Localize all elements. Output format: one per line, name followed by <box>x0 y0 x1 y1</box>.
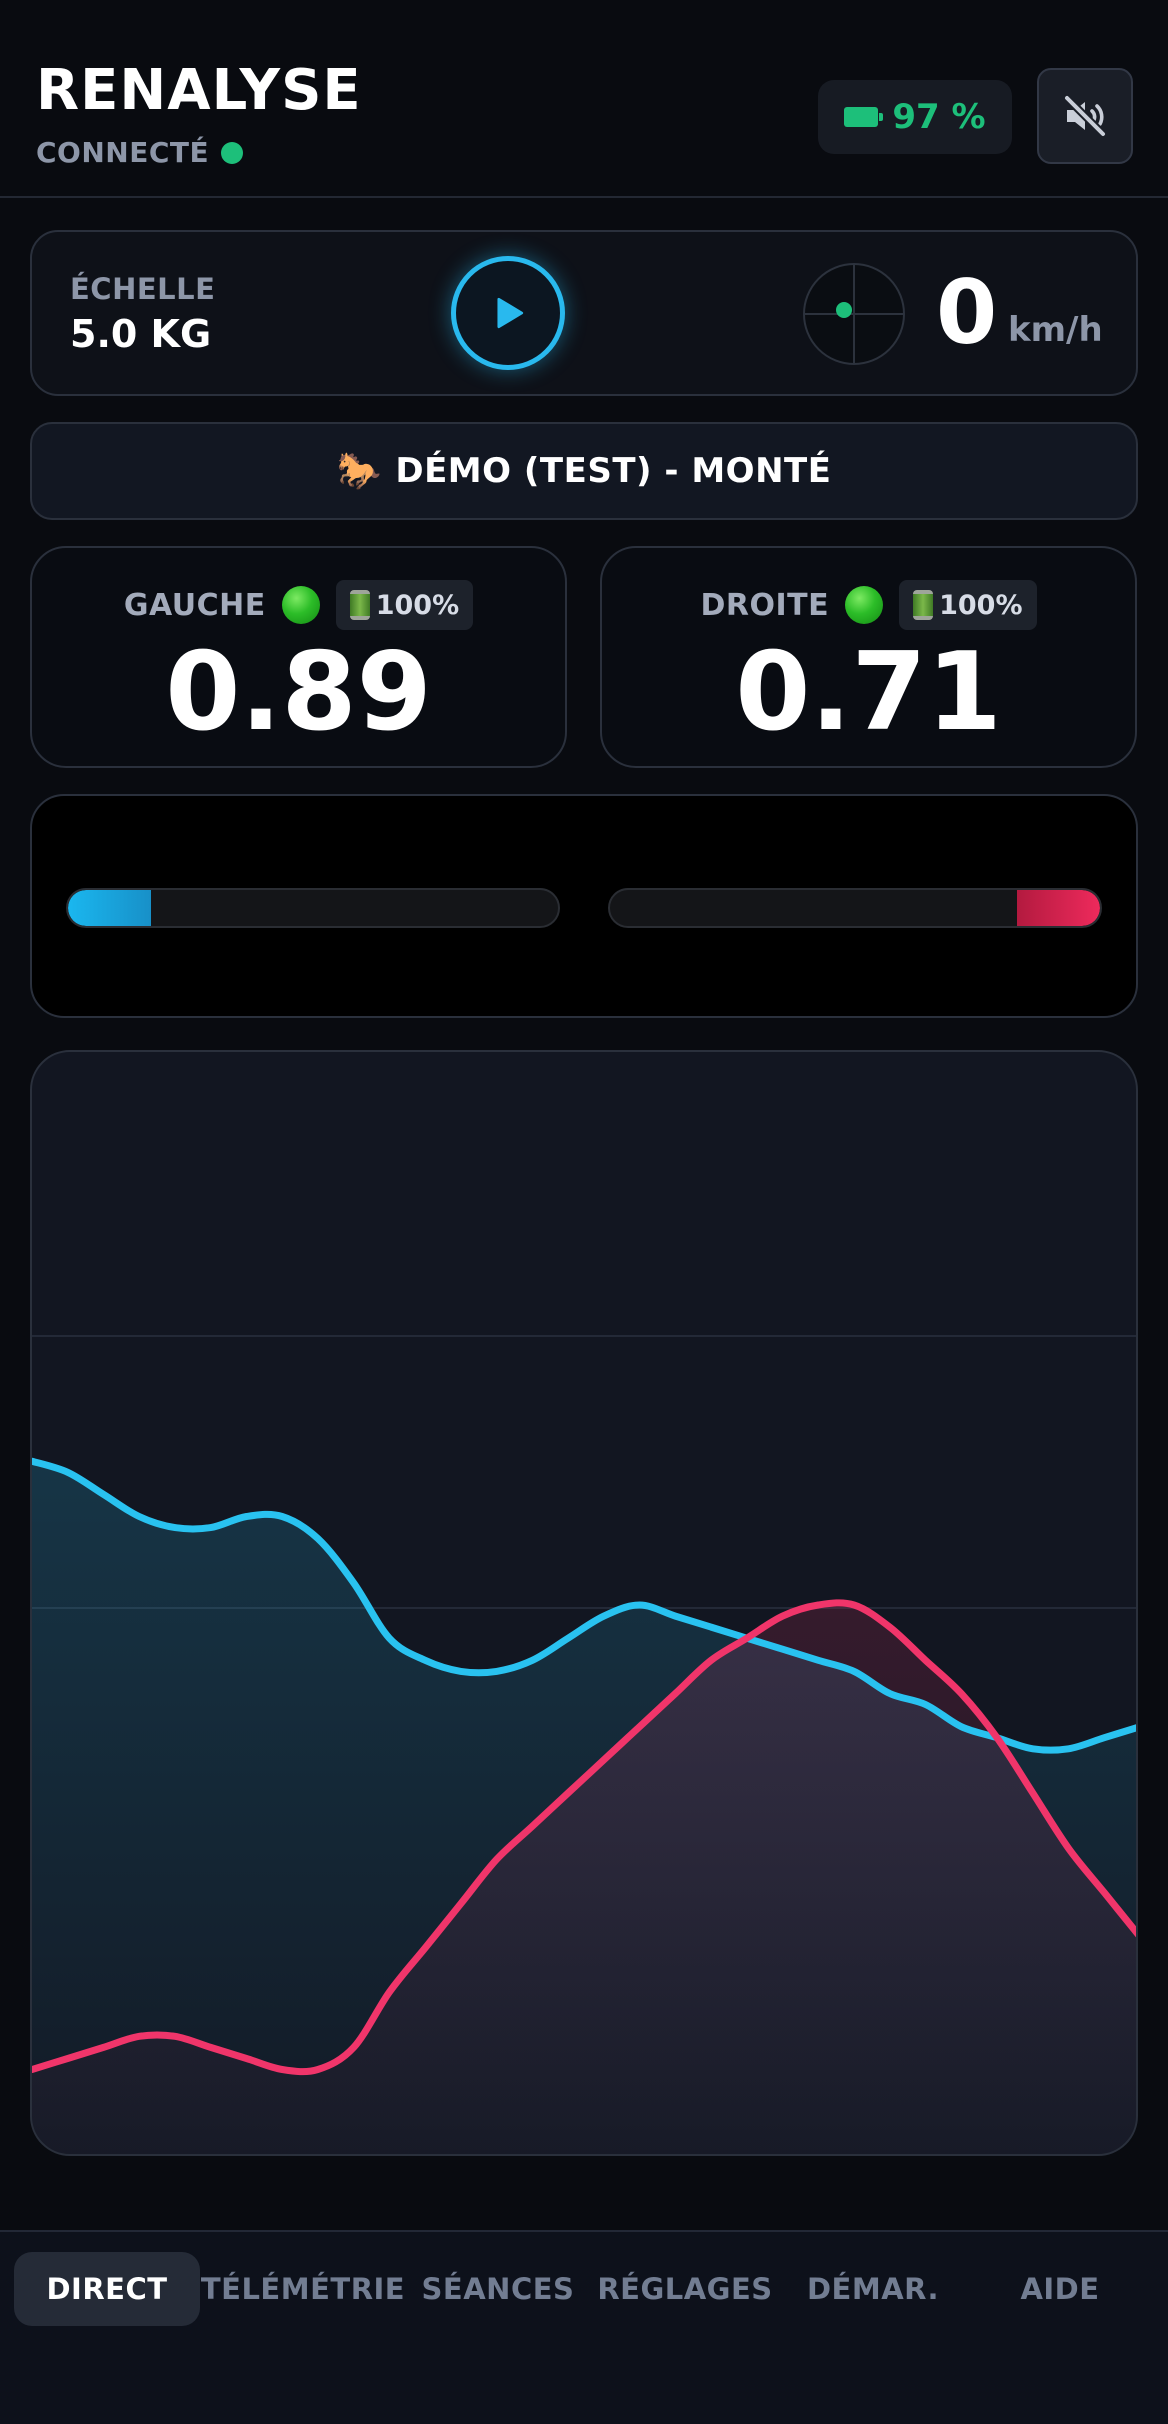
balance-fill-right <box>1016 890 1100 926</box>
sensor-value-right: 0.71 <box>735 630 1002 755</box>
sensor-header-right: DROITE 100% <box>602 580 1135 630</box>
status-dot-icon <box>845 586 884 624</box>
sensor-name-right: DROITE <box>700 587 830 623</box>
speed-unit: km/h <box>1008 310 1103 350</box>
balance-track-right <box>608 888 1102 928</box>
sensor-battery-badge-left: 100% <box>335 580 474 630</box>
sensor-value-left: 0.89 <box>165 630 432 755</box>
balance-track-left <box>66 888 560 928</box>
sensor-battery-right: 100% <box>939 589 1023 621</box>
sensor-battery-left: 100% <box>375 589 460 621</box>
app-header: RENALYSE CONNECTÉ 97 % <box>0 0 1168 198</box>
battery-icon <box>844 107 884 127</box>
live-graph-svg <box>32 1335 1136 2154</box>
balance-fill-left <box>68 890 152 926</box>
sensor-header-left: GAUCHE 100% <box>32 580 565 630</box>
sensor-card-left: GAUCHE 100% 0.89 <box>30 546 567 768</box>
scale-speed-card: ÉCHELLE 5.0 KG 0 km/h <box>30 230 1138 396</box>
connection-label: CONNECTÉ <box>36 136 210 169</box>
battery-can-icon <box>349 590 370 620</box>
app-title: RENALYSE <box>36 58 362 123</box>
connection-status: CONNECTÉ <box>36 136 244 169</box>
battery-percent: 97 % <box>892 97 986 137</box>
speed-value: 0 <box>936 261 998 364</box>
status-dot-icon <box>281 586 320 624</box>
nav-tab-reglages[interactable]: RÉGLAGES <box>590 2252 780 2326</box>
balance-bars-card <box>30 794 1138 1018</box>
bottom-navigation: DIRECT TÉLÉMÉTRIE SÉANCES RÉGLAGES DÉMAR… <box>0 2230 1168 2424</box>
connection-dot-icon <box>221 141 244 164</box>
battery-can-icon <box>913 590 934 620</box>
speaker-muted-icon <box>1063 94 1107 138</box>
radar-icon <box>803 263 905 365</box>
play-button[interactable] <box>451 256 565 370</box>
sensor-card-right: DROITE 100% 0.71 <box>600 546 1137 768</box>
scale-value: 5.0 KG <box>70 312 212 356</box>
mode-selector[interactable]: 🐎 DÉMO (TEST) - MONTÉ <box>30 422 1138 520</box>
nav-tab-seances[interactable]: SÉANCES <box>406 2252 590 2326</box>
play-icon <box>497 297 524 329</box>
scale-label: ÉCHELLE <box>70 272 216 306</box>
live-graph <box>30 1050 1138 2156</box>
app-root: RENALYSE CONNECTÉ 97 % ÉCHELLE 5.0 KG 0 … <box>0 0 1168 2424</box>
sensor-name-left: GAUCHE <box>123 587 266 623</box>
nav-tab-direct[interactable]: DIRECT <box>14 2252 200 2326</box>
sensor-battery-badge-right: 100% <box>899 580 1037 630</box>
mode-label: DÉMO (TEST) - MONTÉ <box>395 451 832 491</box>
horse-icon: 🐎 <box>336 451 382 492</box>
nav-tab-telemetrie[interactable]: TÉLÉMÉTRIE <box>200 2252 406 2326</box>
nav-tab-aide[interactable]: AIDE <box>966 2252 1154 2326</box>
nav-tab-demarrer[interactable]: DÉMAR. <box>780 2252 966 2326</box>
battery-indicator: 97 % <box>818 80 1012 154</box>
mute-button[interactable] <box>1037 68 1133 164</box>
